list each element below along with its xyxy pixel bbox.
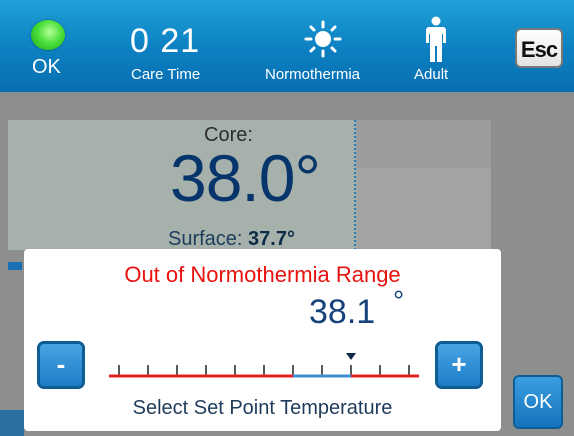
temperature-scale[interactable] [109, 351, 419, 381]
surface-reading: Surface: 37.7° [168, 228, 295, 251]
bottom-strip [0, 410, 24, 436]
panel-divider [354, 120, 356, 250]
patient-label: Adult [414, 66, 449, 83]
ok-button[interactable]: OK [513, 375, 563, 429]
core-temperature: 38.0° [170, 141, 321, 215]
status-bar: OK 0 21 Care Time Normothermia Adult Esc [0, 0, 574, 92]
increase-button[interactable]: + [435, 341, 483, 389]
sun-icon [304, 20, 342, 58]
degree-symbol: ° [393, 285, 405, 316]
side-marker [8, 262, 22, 270]
care-time-value: 0 21 [130, 22, 201, 60]
surface-label: Surface: [168, 228, 243, 250]
scale-pointer-icon[interactable] [346, 353, 356, 360]
set-point-dialog: Out of Normothermia Range 38.1 ° - + Sel… [24, 249, 501, 431]
scale-ticks [118, 365, 410, 376]
decrease-button[interactable]: - [37, 341, 85, 389]
esc-button[interactable]: Esc [515, 28, 563, 68]
surface-temperature: 37.7° [248, 228, 295, 250]
side-panel-top [356, 120, 491, 168]
dialog-footer: Select Set Point Temperature [132, 397, 393, 419]
side-panel-bottom [356, 168, 491, 250]
status-text: OK [32, 56, 61, 78]
set-point-number: 38.1 [309, 293, 376, 331]
mode-label: Normothermia [265, 66, 361, 83]
status-ok-icon [31, 20, 65, 50]
adult-person-icon [426, 16, 446, 62]
set-point-value: 38.1 ° [309, 285, 404, 332]
dialog-title: Out of Normothermia Range [124, 262, 401, 287]
care-time-label: Care Time [131, 66, 201, 83]
